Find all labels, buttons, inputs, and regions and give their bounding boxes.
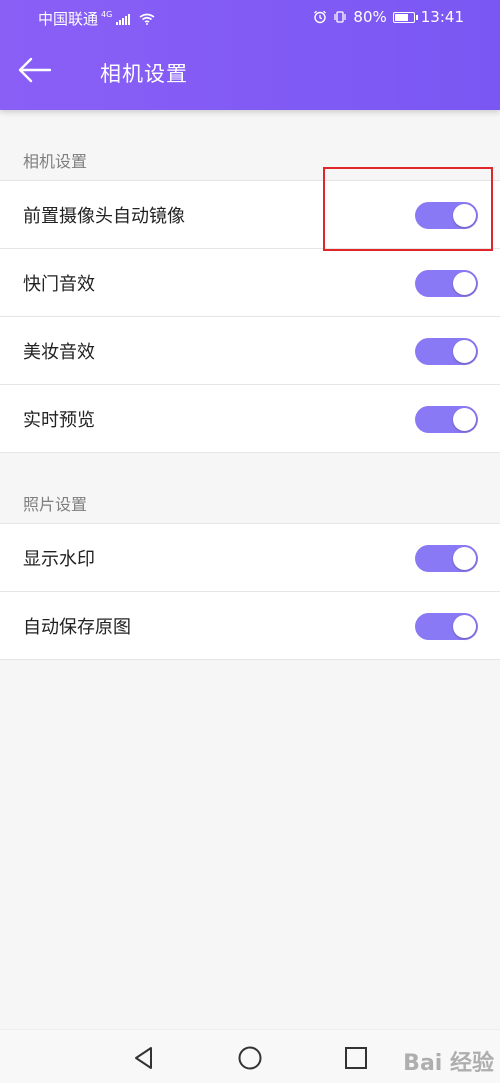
toggle-knob (453, 340, 476, 363)
toggle-knob (453, 408, 476, 431)
setting-row-save-original[interactable]: 自动保存原图 (0, 592, 500, 660)
app-header: 相机设置 (0, 34, 500, 110)
shutter-sound-toggle[interactable] (415, 270, 478, 297)
back-arrow-icon (18, 57, 52, 83)
battery-percent: 80% (353, 8, 387, 26)
setting-row-shutter-sound[interactable]: 快门音效 (0, 249, 500, 317)
setting-label: 显示水印 (23, 548, 95, 570)
vibrate-icon (334, 11, 347, 23)
beauty-sound-toggle[interactable] (415, 338, 478, 365)
setting-label: 美妆音效 (23, 341, 95, 363)
toggle-knob (453, 615, 476, 638)
setting-label: 快门音效 (23, 273, 95, 295)
setting-label: 前置摄像头自动镜像 (23, 205, 185, 227)
setting-row-beauty-sound[interactable]: 美妆音效 (0, 317, 500, 385)
watermark-toggle[interactable] (415, 545, 478, 572)
signal-icon (116, 13, 131, 25)
wifi-icon (139, 13, 155, 25)
status-right: 80% 13:41 (313, 8, 464, 26)
toggle-knob (453, 547, 476, 570)
battery-icon (392, 11, 418, 23)
nav-recents-icon[interactable] (343, 1045, 369, 1071)
toggle-knob (453, 272, 476, 295)
section-label-photo: 照片设置 (23, 495, 88, 514)
setting-row-watermark[interactable]: 显示水印 (0, 524, 500, 592)
status-bar: 中国联通 4G 80% 13:41 (0, 0, 500, 34)
system-nav-bar: Bai 经验 (0, 1029, 500, 1083)
carrier-label: 中国联通 (38, 10, 99, 28)
top-bar: 中国联通 4G 80% 13:41 相机设置 (0, 0, 500, 110)
watermark-logo: Bai 经验 (403, 1051, 494, 1076)
status-left: 中国联通 4G (38, 8, 155, 29)
battery-fill (394, 13, 409, 21)
network-type-label: 4G (101, 9, 113, 19)
alarm-icon (314, 10, 327, 24)
back-button[interactable] (14, 50, 62, 94)
nav-home-icon[interactable] (237, 1045, 263, 1071)
setting-label: 实时预览 (23, 409, 95, 431)
setting-label: 自动保存原图 (23, 616, 131, 638)
clock: 13:41 (420, 8, 464, 26)
highlight-annotation-box (323, 167, 493, 251)
save-original-toggle[interactable] (415, 613, 478, 640)
settings-group-photo: 显示水印 自动保存原图 (0, 523, 500, 660)
page-title: 相机设置 (100, 62, 188, 86)
setting-row-live-preview[interactable]: 实时预览 (0, 385, 500, 453)
live-preview-toggle[interactable] (415, 406, 478, 433)
nav-back-icon[interactable] (131, 1045, 157, 1071)
